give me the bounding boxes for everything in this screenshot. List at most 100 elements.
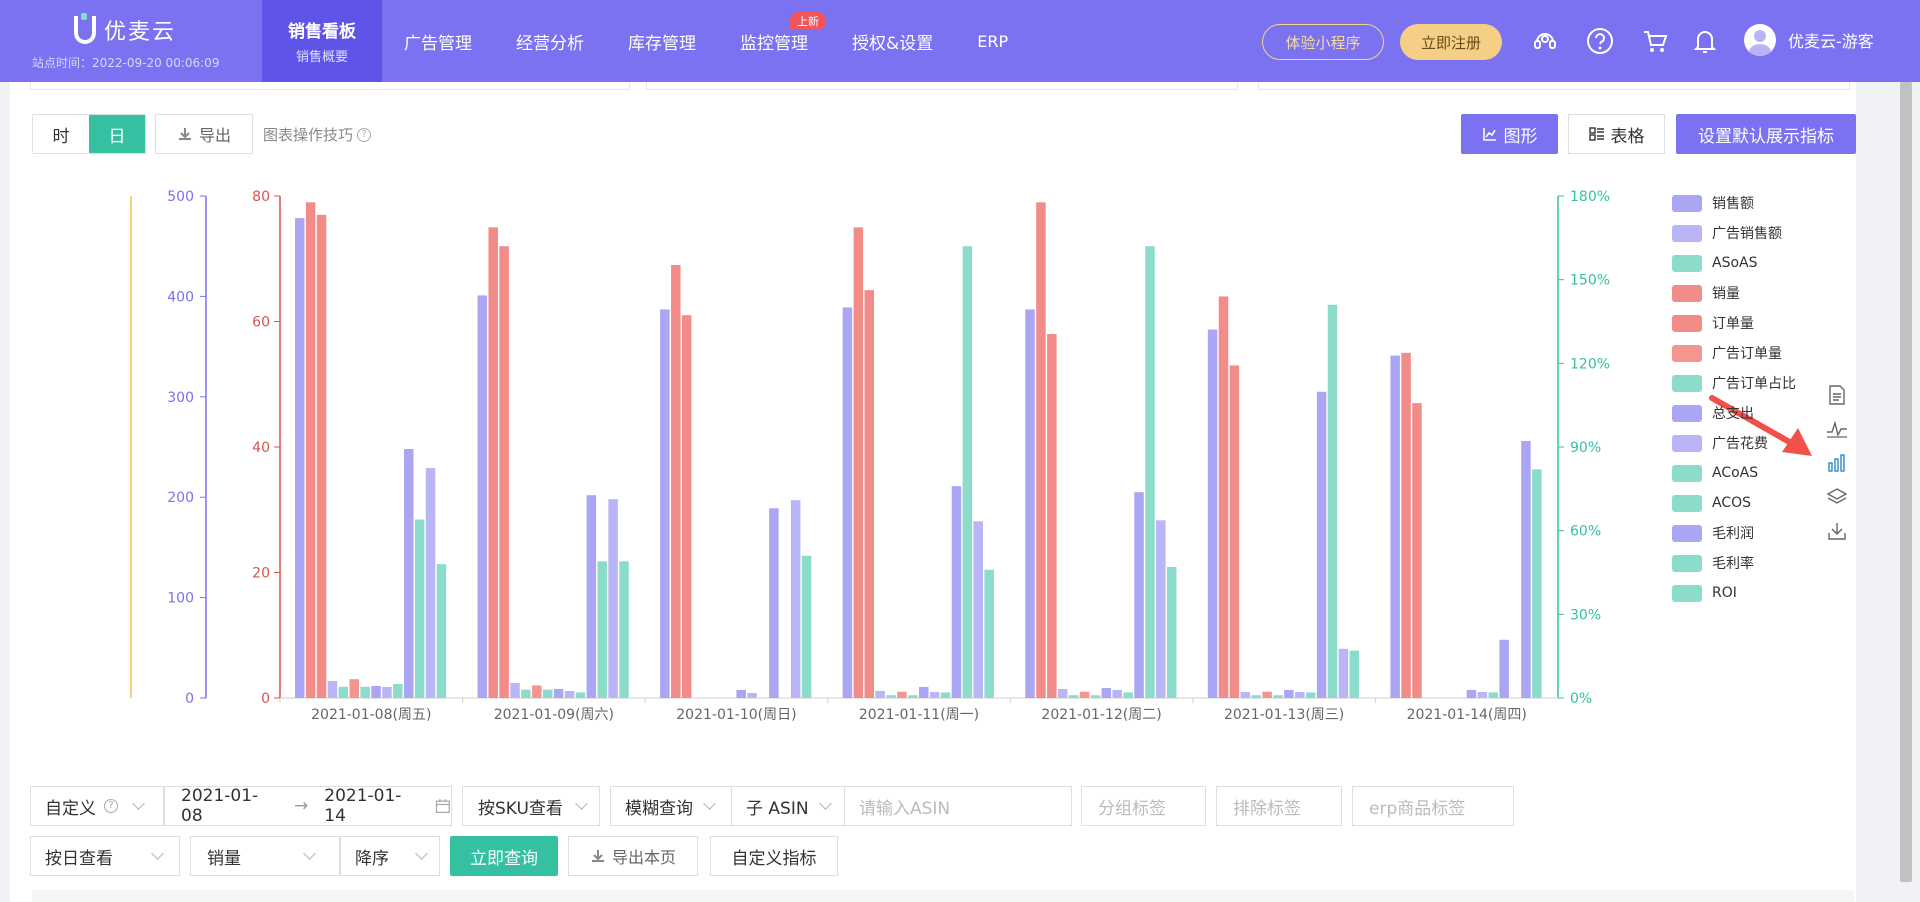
nav-label: 监控管理 [740,33,808,54]
table-header-edge [32,890,1854,902]
nav-label: 授权&设置 [852,33,934,54]
graph-view-button[interactable]: 图形 [1461,114,1558,154]
register-button[interactable]: 立即注册 [1400,24,1502,60]
set-default-metrics-button[interactable]: 设置默认展示指标 [1676,114,1856,154]
chevron-down-icon [703,797,716,810]
legend-swatch [1672,434,1702,452]
nav-business-analysis[interactable]: 经营分析 [494,0,606,82]
logo-text: 优麦云 [104,20,177,45]
legend-item[interactable]: 毛利率 [1672,548,1796,578]
legend-swatch [1672,374,1702,392]
legend-label: ACOS [1712,495,1752,511]
legend-item[interactable]: ACOS [1672,488,1796,518]
legend-item[interactable]: 订单量 [1672,308,1796,338]
legend-item[interactable]: 广告订单占比 [1672,368,1796,398]
exclude-tag-select[interactable]: 排除标签 [1216,786,1342,826]
summary-card-edge [30,82,630,90]
view-by-sku-select[interactable]: 按SKU查看 [462,786,600,826]
asin-type-select[interactable]: 子 ASIN [731,786,845,826]
summary-card-edge [1258,82,1850,90]
erp-tag-placeholder: erp商品标签 [1369,798,1466,819]
group-tag-select[interactable]: 分组标签 [1081,786,1206,826]
line-switch-icon[interactable] [1824,412,1850,446]
legend-label: ASoAS [1712,255,1758,271]
date-range-picker[interactable]: 2021-01-08 → 2021-01-14 [164,786,452,826]
legend-swatch [1672,314,1702,332]
table-view-button[interactable]: 表格 [1568,114,1665,154]
legend-item[interactable]: 销量 [1672,278,1796,308]
chart-tips[interactable]: 图表操作技巧 ? [263,124,372,145]
stack-switch-icon[interactable] [1824,480,1850,514]
export-page-button[interactable]: 导出本页 [568,836,698,876]
scroll-thumb[interactable] [1900,82,1912,882]
view-by-day-select[interactable]: 按日查看 [30,836,180,876]
cart-icon[interactable] [1640,26,1670,56]
legend-swatch [1672,494,1702,512]
asin-input[interactable]: 请输入ASIN [844,786,1072,826]
legend-label: 广告销售额 [1712,226,1782,242]
tips-label: 图表操作技巧 [263,126,354,144]
legend-item[interactable]: 广告销售额 [1672,218,1796,248]
arrow-right-icon: → [294,796,309,816]
chevron-down-icon [575,797,588,810]
sort-field-select[interactable]: 销量 [190,836,340,876]
asin-type-label: 子 ASIN [746,798,809,819]
nav-label: 库存管理 [628,33,696,54]
legend-item[interactable]: ROI [1672,578,1796,608]
legend-item[interactable]: ACoAS [1672,458,1796,488]
granularity-hour[interactable]: 时 [33,115,89,153]
data-view-icon[interactable] [1824,378,1850,412]
legend-label: 销售额 [1712,196,1754,212]
legend-label: 广告订单占比 [1712,376,1796,392]
export-page-label: 导出本页 [611,848,676,867]
graph-label: 图形 [1503,126,1538,147]
table-label: 表格 [1610,126,1645,147]
nav-label: ERP [977,31,1009,51]
legend-item[interactable]: 毛利润 [1672,518,1796,548]
save-image-icon[interactable] [1824,514,1850,548]
mini-program-button[interactable]: 体验小程序 [1262,24,1384,60]
sort-order-select[interactable]: 降序 [340,836,440,876]
nav-sales-dashboard[interactable]: 销售看板 销售概要 [262,0,382,82]
legend-swatch [1672,344,1702,362]
legend-item[interactable]: 销售额 [1672,188,1796,218]
table-icon [1588,127,1604,141]
bar-switch-icon[interactable] [1824,446,1850,480]
legend-item[interactable]: 广告订单量 [1672,338,1796,368]
legend-label: 毛利润 [1712,526,1754,542]
nav-auth-settings[interactable]: 授权&设置 [830,0,955,82]
chart-toolbox [1824,378,1850,548]
bell-icon[interactable] [1690,26,1720,56]
legend-item[interactable]: 总支出 [1672,398,1796,428]
nav-erp[interactable]: ERP [955,0,1030,82]
export-button[interactable]: 导出 [155,114,253,154]
granularity-day[interactable]: 日 [89,115,145,153]
headset-icon[interactable] [1530,26,1560,56]
help-icon[interactable] [1585,26,1615,56]
question-icon: ? [357,127,372,142]
top-navigation-bar: 优麦云 站点时间：2022-09-20 00:06:09 销售看板 销售概要 广… [0,0,1920,82]
chevron-down-icon [151,847,164,860]
range-type-label: 自定义 [45,798,96,819]
page-scrollbar[interactable] [1900,82,1912,886]
chevron-down-icon [415,847,428,860]
user-menu[interactable]: 优麦云-游客 [1744,24,1874,56]
nav-ad-management[interactable]: 广告管理 [382,0,494,82]
new-badge: 上新 [790,12,826,30]
range-type-select[interactable]: 自定义 ? [30,786,164,826]
nav-monitoring[interactable]: 监控管理 上新 [718,0,830,82]
erp-tag-select[interactable]: erp商品标签 [1352,786,1514,826]
sort-field-label: 销量 [207,848,241,869]
nav-inventory[interactable]: 库存管理 [606,0,718,82]
legend-swatch [1672,194,1702,212]
custom-metrics-button[interactable]: 自定义指标 [710,836,838,876]
view-by-sku-label: 按SKU查看 [478,798,563,819]
legend-item[interactable]: 广告花费 [1672,428,1796,458]
fuzzy-query-select[interactable]: 模糊查询 [610,786,732,826]
nav-label: 广告管理 [404,33,472,54]
exclude-tag-placeholder: 排除标签 [1233,798,1301,819]
query-button[interactable]: 立即查询 [450,836,558,876]
logo[interactable]: 优麦云 [74,13,177,46]
legend-item[interactable]: ASoAS [1672,248,1796,278]
date-end: 2021-01-14 [324,786,402,826]
